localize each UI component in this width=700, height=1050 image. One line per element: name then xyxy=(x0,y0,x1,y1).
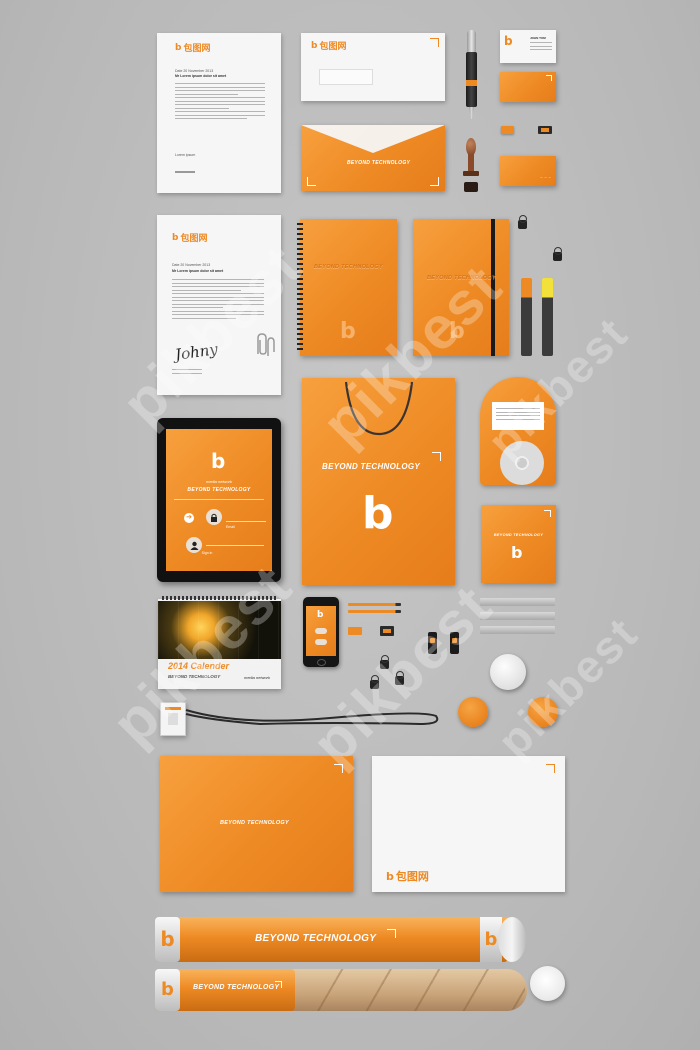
tube-lid xyxy=(530,966,565,1001)
tube-cap-left: b xyxy=(155,917,180,962)
cd-case: BEYOND TECHNOLOGY b xyxy=(481,505,556,583)
corner-mark xyxy=(275,981,282,988)
cd-case-logo: b xyxy=(511,543,523,562)
business-card-white: b JOHN TOM xyxy=(500,30,556,63)
eraser-small xyxy=(348,627,362,635)
logo-b-glyph: b xyxy=(175,42,182,53)
notebook-spiral-logo: b xyxy=(340,319,356,344)
letterhead-2-subject: Mr Lorem ipsum dolor sit amet xyxy=(172,269,224,273)
tablet-email-label: Email xyxy=(226,525,235,529)
badge-icon xyxy=(490,654,526,690)
shopping-bag-tagline: BEYOND TECHNOLOGY xyxy=(322,462,420,471)
logo-b-glyph: b xyxy=(311,40,318,51)
card-script-text: ~ ~ ~ xyxy=(540,175,551,180)
stamp-icon xyxy=(462,138,480,193)
corner-mark xyxy=(430,177,439,186)
phone-user-pill xyxy=(315,639,327,645)
tablet-signin-label: Sign in xyxy=(201,551,213,555)
letterhead-1-footer-line xyxy=(175,171,195,173)
logo-cn-text: 包图网 xyxy=(319,41,347,51)
folder-logo: b 包图网 xyxy=(386,868,429,884)
logo-cn-text: 包图网 xyxy=(395,871,429,883)
orange-envelope-tagline: BEYOND TECHNOLOGY xyxy=(347,160,411,166)
business-card-logo: b xyxy=(504,34,513,48)
phone-screen: b xyxy=(306,606,336,656)
arrow-icon[interactable]: ➔ xyxy=(184,513,194,523)
orange-envelope: BEYOND TECHNOLOGY xyxy=(301,125,445,191)
corner-mark xyxy=(546,75,552,81)
letterhead-2-date: Date 20 November 2013 xyxy=(172,263,211,267)
business-card-details xyxy=(530,42,552,53)
letterhead-2-logo: b 包图网 xyxy=(172,231,207,244)
poster-tube-kraft: b BEYOND TECHNOLOGY xyxy=(155,969,529,1011)
tablet-logo: b xyxy=(211,449,226,473)
calendar-network: media network xyxy=(244,675,271,680)
binder-clip-icon xyxy=(518,215,527,229)
pencil-2 xyxy=(348,610,401,613)
white-envelope: b 包图网 xyxy=(301,33,445,101)
logo-b-glyph: b xyxy=(386,869,394,883)
envelope-flap xyxy=(301,125,445,153)
pen-icon xyxy=(465,30,478,120)
corner-mark xyxy=(387,929,396,938)
pencil-1 xyxy=(348,603,401,606)
tablet-email-input[interactable]: Email xyxy=(226,515,266,529)
letterhead-1-body-text xyxy=(175,83,265,122)
business-card-orange-2: ~ ~ ~ xyxy=(500,156,556,186)
corner-mark xyxy=(546,764,555,773)
letterhead-1-logo: b 包图网 xyxy=(175,41,210,54)
business-card-orange xyxy=(500,72,556,102)
tube-logo-left: b xyxy=(160,927,175,951)
eraser-dark xyxy=(538,126,552,134)
kraft-tube-tagline: BEYOND TECHNOLOGY xyxy=(193,984,280,991)
large-envelope-tagline: BEYOND TECHNOLOGY xyxy=(220,820,289,826)
tablet-password-input[interactable] xyxy=(206,545,264,546)
tablet-network: media network xyxy=(205,479,232,484)
highlighter-orange xyxy=(521,278,532,356)
shopping-bag-logo: b xyxy=(362,488,394,539)
white-envelope-logo: b 包图网 xyxy=(311,39,346,52)
phone-logo: b xyxy=(317,610,324,620)
corner-mark xyxy=(307,177,316,186)
large-envelope: BEYOND TECHNOLOGY xyxy=(160,756,353,892)
highlighter-yellow xyxy=(542,278,553,356)
tablet-tagline: BEYOND TECHNOLOGY xyxy=(187,487,251,493)
eraser-orange xyxy=(501,126,514,134)
corner-mark xyxy=(544,510,551,517)
binder-clip-icon xyxy=(553,247,562,261)
logo-cn-text: 包图网 xyxy=(180,233,208,243)
notebook-spiral-tagline: BEYOND TECHNOLOGY xyxy=(314,264,383,270)
logo-b-glyph: b xyxy=(172,232,179,243)
phone-icon: b xyxy=(303,597,339,667)
tube-end xyxy=(498,917,526,962)
large-white-folder: b 包图网 xyxy=(372,756,565,892)
kraft-logo-left: b xyxy=(161,979,174,1000)
phone-home-button[interactable] xyxy=(317,659,326,666)
letterhead-1-date: Date 20 November 2013 xyxy=(175,69,214,73)
tablet-divider xyxy=(174,499,264,500)
tube-tagline: BEYOND TECHNOLOGY xyxy=(255,933,377,944)
corner-mark xyxy=(432,452,441,461)
stationery-mockup-scene: b 包图网 Date 20 November 2013 Mr Lorem ips… xyxy=(0,0,700,1050)
letterhead-sheet-1: b 包图网 Date 20 November 2013 Mr Lorem ips… xyxy=(157,33,281,193)
letterhead-1-signoff: Lorem ipsum xyxy=(175,153,196,157)
business-card-name: JOHN TOM xyxy=(530,36,546,40)
kraft-cap-left: b xyxy=(155,969,180,1011)
logo-cn-text: 包图网 xyxy=(183,43,211,53)
cd-case-tagline: BEYOND TECHNOLOGY xyxy=(493,533,544,537)
kraft-tube-spiral xyxy=(295,969,525,1011)
badge-icon xyxy=(458,697,488,727)
letterhead-1-subject: Mr Lorem ipsum dolor sit amet xyxy=(175,74,227,78)
envelope-window xyxy=(319,69,373,85)
corner-mark xyxy=(430,38,439,47)
lock-icon xyxy=(206,509,222,525)
phone-lock-pill xyxy=(315,628,327,634)
poster-tube-orange: b b BEYOND TECHNOLOGY xyxy=(155,917,528,962)
